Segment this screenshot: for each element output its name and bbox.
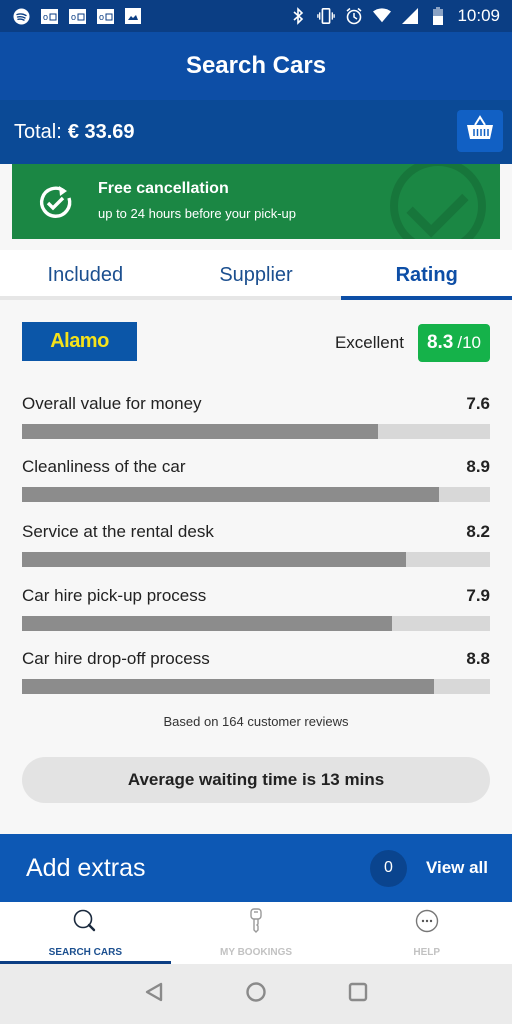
status-time: 10:09: [457, 6, 500, 25]
wifi-icon: [373, 7, 392, 25]
criterion-label: Car hire drop-off process: [22, 649, 210, 668]
basket-icon: [465, 115, 495, 147]
overall-rating-label: Excellent: [334, 333, 404, 352]
svg-text:o: o: [99, 12, 104, 22]
criterion-bar: [22, 616, 490, 631]
outlook-icon: o: [96, 7, 114, 25]
tab-bar: Included Supplier Rating: [0, 250, 512, 300]
nav-label: HELP: [413, 947, 441, 958]
alarm-icon: [345, 7, 363, 25]
tab-rating[interactable]: Rating: [341, 250, 512, 300]
free-cancellation-subtitle: up to 24 hours before your pick-up: [98, 206, 297, 221]
tab-supplier[interactable]: Supplier: [171, 250, 342, 296]
system-nav-bar: [0, 964, 512, 1024]
app-bar: Search Cars: [0, 32, 512, 100]
criterion-value: 7.6: [466, 394, 490, 413]
refresh-check-icon: [38, 184, 74, 225]
extras-count-badge: 0: [369, 849, 407, 887]
criterion-label: Cleanliness of the car: [22, 457, 186, 476]
rating-criterion: Service at the rental desk 8.2: [22, 522, 490, 567]
criterion-bar-fill: [22, 424, 378, 439]
score-value: 8.3: [426, 332, 454, 353]
waiting-time-pill: Average waiting time is 13 mins: [22, 757, 490, 803]
home-icon[interactable]: [245, 981, 267, 1008]
nav-my-bookings[interactable]: MY BOOKINGS: [171, 902, 342, 964]
add-extras-bar[interactable]: Add extras 0 View all: [0, 834, 512, 902]
criterion-label: Service at the rental desk: [22, 522, 214, 541]
search-icon: [72, 908, 98, 939]
criterion-bar-fill: [22, 616, 392, 631]
page-title: Search Cars: [185, 52, 327, 79]
free-cancellation-banner: Free cancellation up to 24 hours before …: [12, 164, 500, 239]
total-amount: € 33.69: [67, 120, 135, 143]
criterion-bar: [22, 424, 490, 439]
bottom-nav: SEARCH CARS MY BOOKINGS HELP: [0, 902, 512, 964]
add-extras-title: Add extras: [26, 853, 146, 882]
more-icon: [414, 908, 440, 939]
criterion-label: Overall value for money: [22, 394, 202, 413]
overall-rating: Excellent 8.3 /10: [335, 324, 490, 362]
rating-panel: Alamo Excellent 8.3 /10 Overall value fo…: [0, 300, 512, 834]
check-watermark-icon: [390, 164, 486, 239]
criterion-value: 8.8: [466, 649, 490, 668]
signal-icon: [401, 7, 419, 25]
score-badge: 8.3 /10: [417, 324, 490, 362]
battery-icon: [429, 7, 447, 25]
total-label: Total:: [14, 120, 62, 143]
svg-text:o: o: [43, 12, 48, 22]
criterion-bar: [22, 487, 490, 502]
spotify-icon: [12, 7, 30, 25]
outlook-icon: o: [68, 7, 86, 25]
total-bar: Total: € 33.69: [0, 100, 512, 164]
nav-label: SEARCH CARS: [48, 947, 122, 958]
rating-criterion: Car hire pick-up process 7.9: [22, 586, 490, 631]
nav-search-cars[interactable]: SEARCH CARS: [0, 902, 171, 964]
criterion-bar: [22, 679, 490, 694]
back-icon[interactable]: [143, 981, 165, 1008]
view-all-button[interactable]: View all: [426, 858, 488, 878]
criterion-bar-fill: [22, 552, 406, 567]
review-count: Based on 164 customer reviews: [163, 714, 349, 729]
criterion-bar-fill: [22, 487, 439, 502]
vibrate-icon: [317, 7, 336, 25]
svg-text:o: o: [71, 12, 76, 22]
nav-help[interactable]: HELP: [341, 902, 512, 964]
criterion-bar-fill: [22, 679, 434, 694]
criterion-value: 7.9: [466, 586, 490, 605]
criterion-bar: [22, 552, 490, 567]
free-cancellation-title: Free cancellation: [98, 180, 229, 197]
score-max: /10: [457, 333, 481, 352]
key-icon: [243, 908, 269, 939]
criterion-value: 8.2: [466, 522, 490, 541]
basket-button[interactable]: [457, 110, 503, 152]
image-icon: [124, 7, 142, 25]
outlook-icon: o: [40, 7, 58, 25]
rating-criterion: Car hire drop-off process 8.8: [22, 649, 490, 694]
supplier-logo: Alamo: [22, 322, 137, 361]
criterion-value: 8.9: [466, 457, 490, 476]
bluetooth-icon: [289, 7, 307, 25]
status-bar: o o o 10:09: [0, 0, 512, 32]
recents-icon[interactable]: [347, 981, 369, 1008]
criterion-label: Car hire pick-up process: [22, 586, 207, 605]
rating-criterion: Overall value for money 7.6: [22, 394, 490, 439]
tab-included[interactable]: Included: [0, 250, 171, 296]
nav-label: MY BOOKINGS: [219, 947, 293, 958]
rating-criterion: Cleanliness of the car 8.9: [22, 457, 490, 502]
